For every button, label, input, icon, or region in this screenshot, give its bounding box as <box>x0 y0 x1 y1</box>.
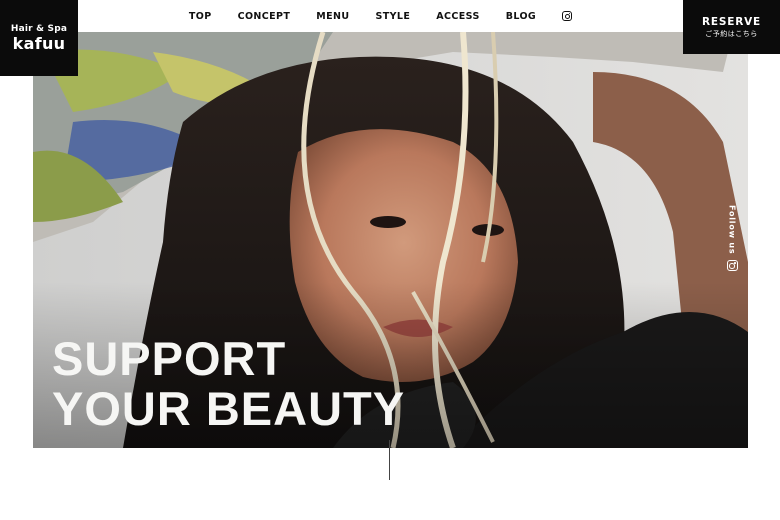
scroll-indicator-line <box>389 440 390 480</box>
brand-logo[interactable]: Hair & Spa kafuu <box>0 0 78 76</box>
hero-headline-line2: YOUR BEAUTY <box>52 382 406 435</box>
nav-item-style[interactable]: STYLE <box>376 11 411 22</box>
reserve-sublabel: ご予約はこちら <box>705 29 758 38</box>
nav-item-concept[interactable]: CONCEPT <box>238 11 291 22</box>
nav-item-access[interactable]: ACCESS <box>436 11 479 22</box>
nav-item-blog[interactable]: BLOG <box>506 11 536 22</box>
main-nav: TOP CONCEPT MENU STYLE ACCESS BLOG <box>78 0 683 32</box>
hero-headline: SUPPORT YOUR BEAUTY <box>52 334 405 434</box>
reserve-label: RESERVE <box>702 15 761 28</box>
nav-item-top[interactable]: TOP <box>189 11 212 22</box>
follow-us-label: Follow us <box>727 205 737 255</box>
brand-name: kafuu <box>12 33 66 53</box>
brand-subtitle: Hair & Spa <box>10 23 68 34</box>
hero-headline-line1: SUPPORT <box>52 332 287 385</box>
instagram-icon[interactable] <box>726 260 738 272</box>
nav-item-menu[interactable]: MENU <box>316 11 349 22</box>
reserve-button[interactable]: RESERVE ご予約はこちら <box>683 0 780 54</box>
follow-us[interactable]: Follow us <box>723 205 741 275</box>
instagram-icon[interactable] <box>562 11 573 21</box>
